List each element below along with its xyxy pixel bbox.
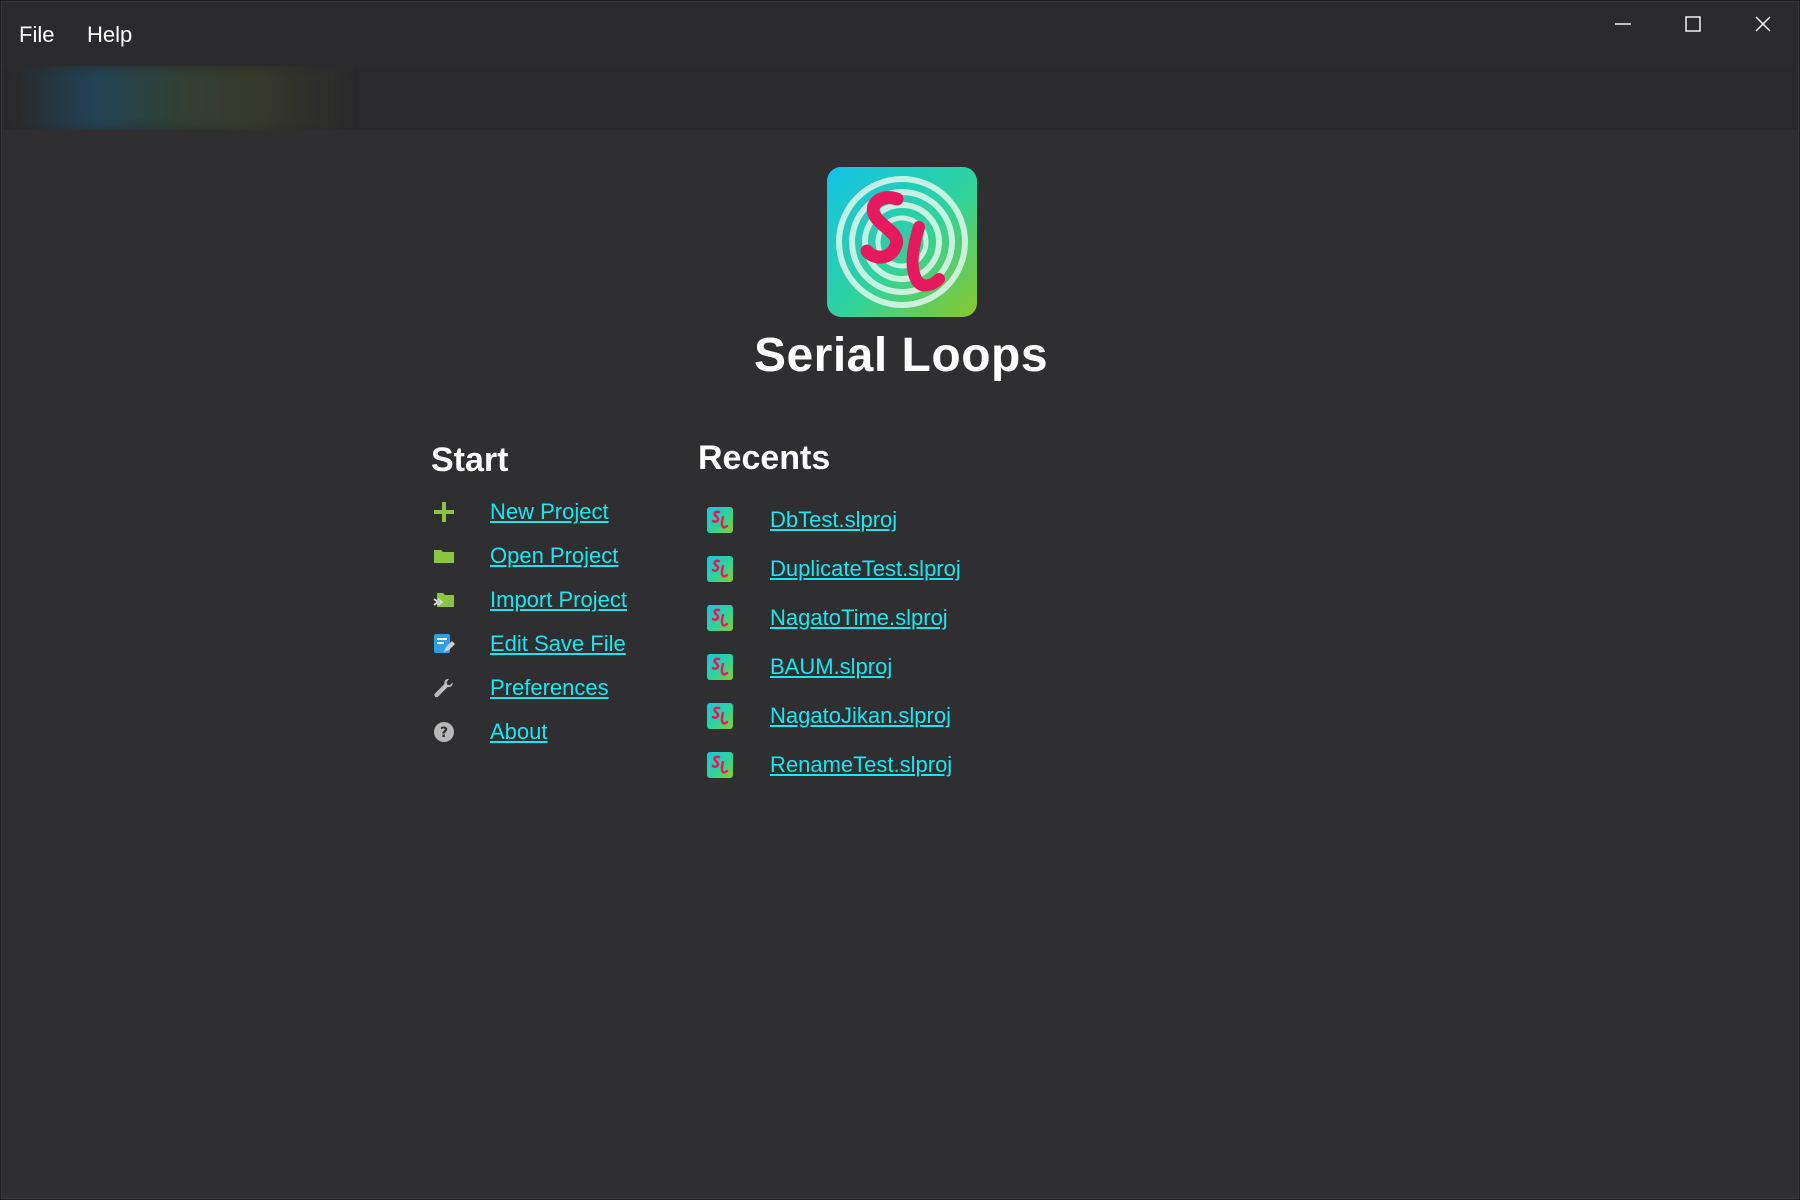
- import-folder-icon: [431, 587, 457, 613]
- main-window: File Help Serial Loops Start New Project…: [1, 1, 1799, 1199]
- recent-project-link[interactable]: RenameTest.slproj: [770, 752, 952, 778]
- open-project-link[interactable]: Open Project: [490, 543, 618, 569]
- slproj-file-icon: [707, 703, 733, 729]
- minimize-button[interactable]: [1588, 2, 1658, 46]
- app-title: Serial Loops: [753, 329, 1049, 382]
- app-logo-icon: [827, 167, 977, 317]
- recent-project-row[interactable]: BAUM.slproj: [707, 651, 892, 683]
- new-project-link[interactable]: New Project: [490, 499, 609, 525]
- slproj-file-icon: [707, 654, 733, 680]
- slproj-file-icon: [707, 752, 733, 778]
- recent-project-link[interactable]: DuplicateTest.slproj: [770, 556, 961, 582]
- edit-save-icon: [431, 631, 457, 657]
- question-icon: ?: [431, 719, 457, 745]
- preferences-row[interactable]: Preferences: [431, 672, 609, 704]
- svg-text:?: ?: [440, 725, 448, 741]
- recent-project-row[interactable]: NagatoJikan.slproj: [707, 700, 951, 732]
- menu-bar: File Help: [2, 2, 1798, 66]
- recents-heading: Recents: [698, 439, 831, 477]
- wrench-icon: [431, 675, 457, 701]
- about-row[interactable]: ? About: [431, 716, 548, 748]
- maximize-icon: [1685, 16, 1701, 32]
- close-icon: [1755, 16, 1771, 32]
- close-button[interactable]: [1728, 2, 1798, 46]
- plus-icon: [431, 499, 457, 525]
- edit-save-file-link[interactable]: Edit Save File: [490, 631, 626, 657]
- minimize-icon: [1615, 23, 1631, 25]
- slproj-file-icon: [707, 605, 733, 631]
- recent-project-link[interactable]: BAUM.slproj: [770, 654, 892, 680]
- window-controls: [1588, 2, 1798, 46]
- import-project-link[interactable]: Import Project: [490, 587, 627, 613]
- slproj-file-icon: [707, 556, 733, 582]
- home-page: Serial Loops Start New Project Open Proj…: [2, 130, 1798, 1198]
- slproj-file-icon: [707, 507, 733, 533]
- new-project-row[interactable]: New Project: [431, 496, 609, 528]
- toolbar-glow: [12, 66, 352, 130]
- about-link[interactable]: About: [490, 719, 548, 745]
- recent-project-link[interactable]: NagatoJikan.slproj: [770, 703, 951, 729]
- toolbar: [2, 66, 1798, 130]
- edit-save-file-row[interactable]: Edit Save File: [431, 628, 626, 660]
- import-project-row[interactable]: Import Project: [431, 584, 627, 616]
- open-project-row[interactable]: Open Project: [431, 540, 618, 572]
- recent-project-link[interactable]: DbTest.slproj: [770, 507, 897, 533]
- recent-project-link[interactable]: NagatoTime.slproj: [770, 605, 948, 631]
- recent-project-row[interactable]: NagatoTime.slproj: [707, 602, 948, 634]
- maximize-button[interactable]: [1658, 2, 1728, 46]
- recent-project-row[interactable]: DbTest.slproj: [707, 504, 897, 536]
- menu-file[interactable]: File: [19, 22, 54, 48]
- preferences-link[interactable]: Preferences: [490, 675, 609, 701]
- folder-icon: [431, 543, 457, 569]
- recent-project-row[interactable]: DuplicateTest.slproj: [707, 553, 961, 585]
- start-heading: Start: [431, 441, 509, 479]
- menu-help[interactable]: Help: [87, 22, 132, 48]
- recent-project-row[interactable]: RenameTest.slproj: [707, 749, 952, 781]
